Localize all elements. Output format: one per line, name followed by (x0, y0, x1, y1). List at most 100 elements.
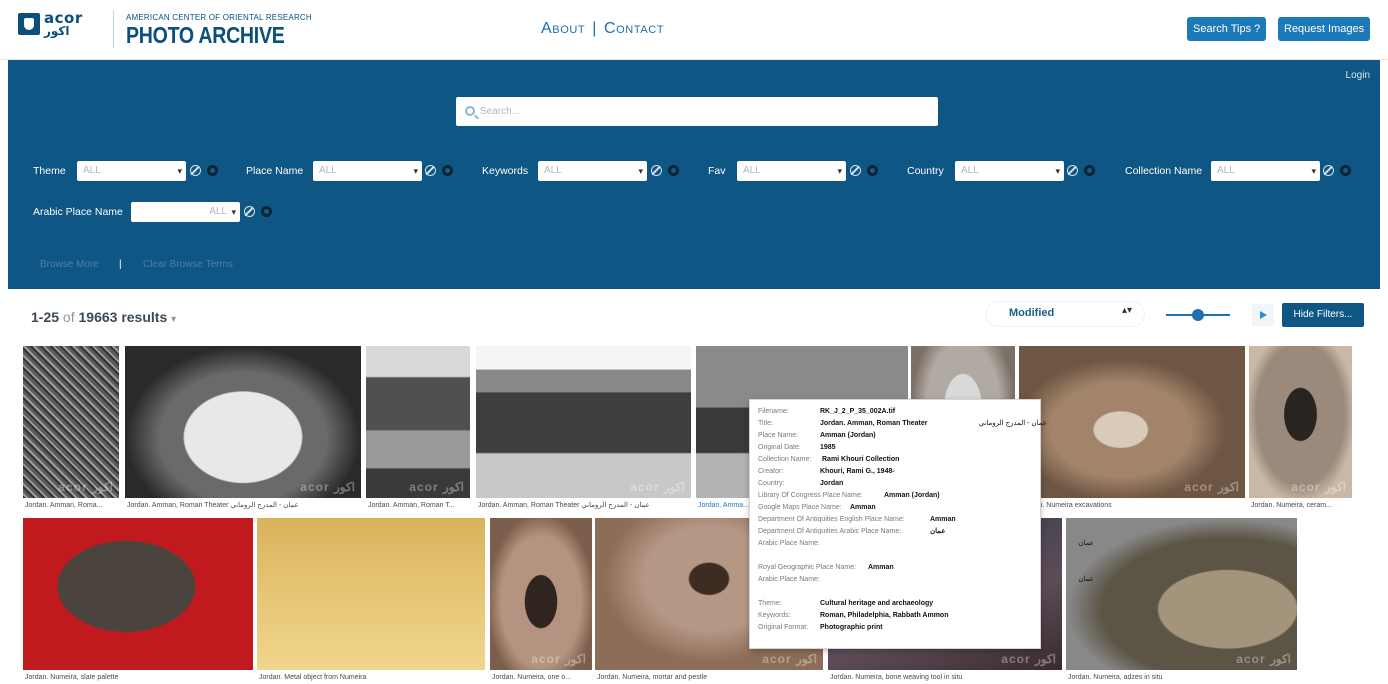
tooltip-row: Google Maps Place Name: Amman (758, 502, 876, 514)
result-caption[interactable]: Jordan. Numeira, ceram... (1251, 500, 1352, 512)
browse-separator: | (119, 259, 122, 270)
result-caption[interactable]: Jordan. Amman, Roma... (25, 500, 119, 512)
filter-theme-add-icon[interactable] (207, 165, 218, 176)
filter-arabic-place-name-add-icon[interactable] (261, 206, 272, 217)
result-tile[interactable]: acor اكور Jordan. Amman, Roman Theater ع… (476, 346, 691, 512)
filter-country-clear-icon[interactable] (1067, 165, 1078, 176)
tooltip-arabic-value: عمان (1078, 540, 1094, 547)
filter-collection-name-clear-icon[interactable] (1323, 165, 1334, 176)
filter-country-label: Country (907, 165, 944, 177)
result-caption[interactable]: Jordan. Metal object from Numeira (259, 672, 485, 684)
results-total: 19663 results (78, 309, 168, 325)
filter-country-add-icon[interactable] (1084, 165, 1095, 176)
sort-value: Modified (1009, 307, 1055, 319)
filter-keywords-select[interactable]: ALL (538, 161, 647, 181)
acor-logo-icon[interactable] (18, 13, 40, 35)
result-caption[interactable]: Jordan. Numeira, slate palette (25, 672, 253, 684)
result-image[interactable] (476, 346, 691, 498)
nav-about-link[interactable]: About (541, 20, 585, 38)
tooltip-arabic-value: عمان (1078, 576, 1094, 583)
tooltip-key: Keywords: (758, 612, 791, 619)
result-tile[interactable]: acor اكور Jordan. Amman, Roma... (23, 346, 119, 512)
slider-handle[interactable] (1192, 309, 1204, 321)
result-caption[interactable]: Jordan. Numeira excavations (1021, 500, 1245, 512)
tooltip-row: Creator: Khouri, Rami G., 1948- (758, 466, 895, 478)
tooltip-key: Creator: (758, 468, 784, 475)
result-caption[interactable]: Jordan. Amman, Roman Theater عمان - المد… (127, 500, 361, 512)
result-caption[interactable]: Jordan. Amman, Roman T... (368, 500, 470, 512)
result-tile[interactable]: acor اكور Jordan. Numeira excavations (1019, 346, 1245, 512)
result-caption[interactable]: Jordan. Amman, Roman Theater عمان - المد… (478, 500, 691, 512)
filter-fav-select[interactable]: ALL (737, 161, 846, 181)
search-input[interactable] (480, 97, 920, 126)
tooltip-key: Filename: (758, 408, 789, 415)
request-images-button[interactable]: Request Images (1278, 17, 1371, 41)
filter-collection-name-add-icon[interactable] (1340, 165, 1351, 176)
filter-fav-label: Fav (708, 165, 726, 177)
result-image[interactable] (366, 346, 470, 498)
watermark: acor اكور (531, 652, 586, 666)
result-tile[interactable]: acor اكور Jordan. Amman, Roman Theater ع… (125, 346, 361, 512)
filter-fav-add-icon[interactable] (867, 165, 878, 176)
filter-fav-clear-icon[interactable] (850, 165, 861, 176)
nav-contact-link[interactable]: Contact (604, 20, 664, 38)
filter-arabic-place-name-select[interactable]: ALL (131, 202, 240, 222)
result-tile[interactable]: Jordan. Numeira, slate palette (23, 518, 253, 684)
tooltip-value: Amman (930, 516, 956, 523)
result-image[interactable] (23, 346, 119, 498)
result-image[interactable] (23, 518, 253, 670)
tooltip-row: Country: Jordan (758, 478, 843, 490)
tooltip-value: Photographic print (820, 624, 883, 631)
result-image[interactable] (490, 518, 592, 670)
filter-collection-name-select[interactable]: ALL (1211, 161, 1320, 181)
watermark: acor اكور (1291, 480, 1346, 494)
result-caption[interactable]: Jordan. Numeira, adzes in situ (1068, 672, 1297, 684)
tooltip-key: Library Of Congress Place Name: (758, 492, 863, 499)
result-tile[interactable]: acor اكور Jordan. Numeira, adzes in situ (1066, 518, 1297, 684)
result-image[interactable] (1066, 518, 1297, 670)
filter-theme-label: Theme (33, 165, 66, 177)
tooltip-value: Rami Khouri Collection (822, 456, 900, 463)
watermark: acor اكور (1001, 652, 1056, 666)
filter-theme-clear-icon[interactable] (190, 165, 201, 176)
filter-place-name-select[interactable]: ALL (313, 161, 422, 181)
filter-place-name-add-icon[interactable] (442, 165, 453, 176)
result-caption[interactable]: Jordan. Numeira, one o... (492, 672, 592, 684)
filter-arabic-place-name-clear-icon[interactable] (244, 206, 255, 217)
result-tile[interactable]: acor اكور Jordan. Amman, Roman T... (366, 346, 470, 512)
result-image[interactable] (1019, 346, 1245, 498)
results-caret-icon[interactable]: ▾ (171, 314, 176, 325)
browse-more-link[interactable]: Browse More (40, 259, 99, 270)
sort-select[interactable]: Modified ▴▾ (986, 302, 1144, 326)
filter-keywords-add-icon[interactable] (668, 165, 679, 176)
login-link[interactable]: Login (1346, 70, 1370, 81)
filter-place-name-clear-icon[interactable] (425, 165, 436, 176)
result-tile[interactable]: acor اكور Jordan. Numeira, one o... (490, 518, 592, 684)
filter-country-select[interactable]: ALL (955, 161, 1064, 181)
tooltip-key: Theme: (758, 600, 782, 607)
filter-place-name-label: Place Name (246, 165, 304, 177)
search-tips-button[interactable]: Search Tips ? (1187, 17, 1267, 41)
hide-filters-button[interactable]: Hide Filters... (1282, 303, 1364, 327)
result-image[interactable] (257, 518, 485, 670)
tooltip-value: RK_J_2_P_35_002A.tif (820, 408, 896, 415)
results-count[interactable]: 1-25 of 19663 results ▾ (31, 309, 176, 325)
clear-browse-terms-link[interactable]: Clear Browse Terms (143, 259, 233, 270)
tooltip-value: Roman, Philadelphia, Rabbath Ammon (820, 612, 949, 619)
filter-theme-select[interactable]: ALL (77, 161, 186, 181)
play-icon[interactable] (1252, 304, 1274, 326)
tooltip-key: Royal Geographic Place Name: (758, 564, 857, 571)
acor-logo-wordmark[interactable]: acor اكور (44, 11, 83, 38)
result-image[interactable] (1249, 346, 1352, 498)
result-image[interactable] (125, 346, 361, 498)
filter-keywords-clear-icon[interactable] (651, 165, 662, 176)
tooltip-row: Keywords: Roman, Philadelphia, Rabbath Am… (758, 610, 948, 622)
site-title[interactable]: PHOTO ARCHIVE (126, 22, 285, 49)
result-caption[interactable]: Jordan. Numeira, bone weaving tool in si… (830, 672, 1062, 684)
tooltip-key: Arabic Place Name: (758, 540, 820, 547)
result-caption[interactable]: Jordan. Numeira, mortar and pestle (597, 672, 823, 684)
tooltip-row: Library Of Congress Place Name: Amman (Jo… (758, 490, 940, 502)
tooltip-row: Original Format: Photographic print (758, 622, 883, 634)
result-tile[interactable]: acor اكور Jordan. Numeira, ceram... (1249, 346, 1352, 512)
result-tile[interactable]: Jordan. Metal object from Numeira (257, 518, 485, 684)
